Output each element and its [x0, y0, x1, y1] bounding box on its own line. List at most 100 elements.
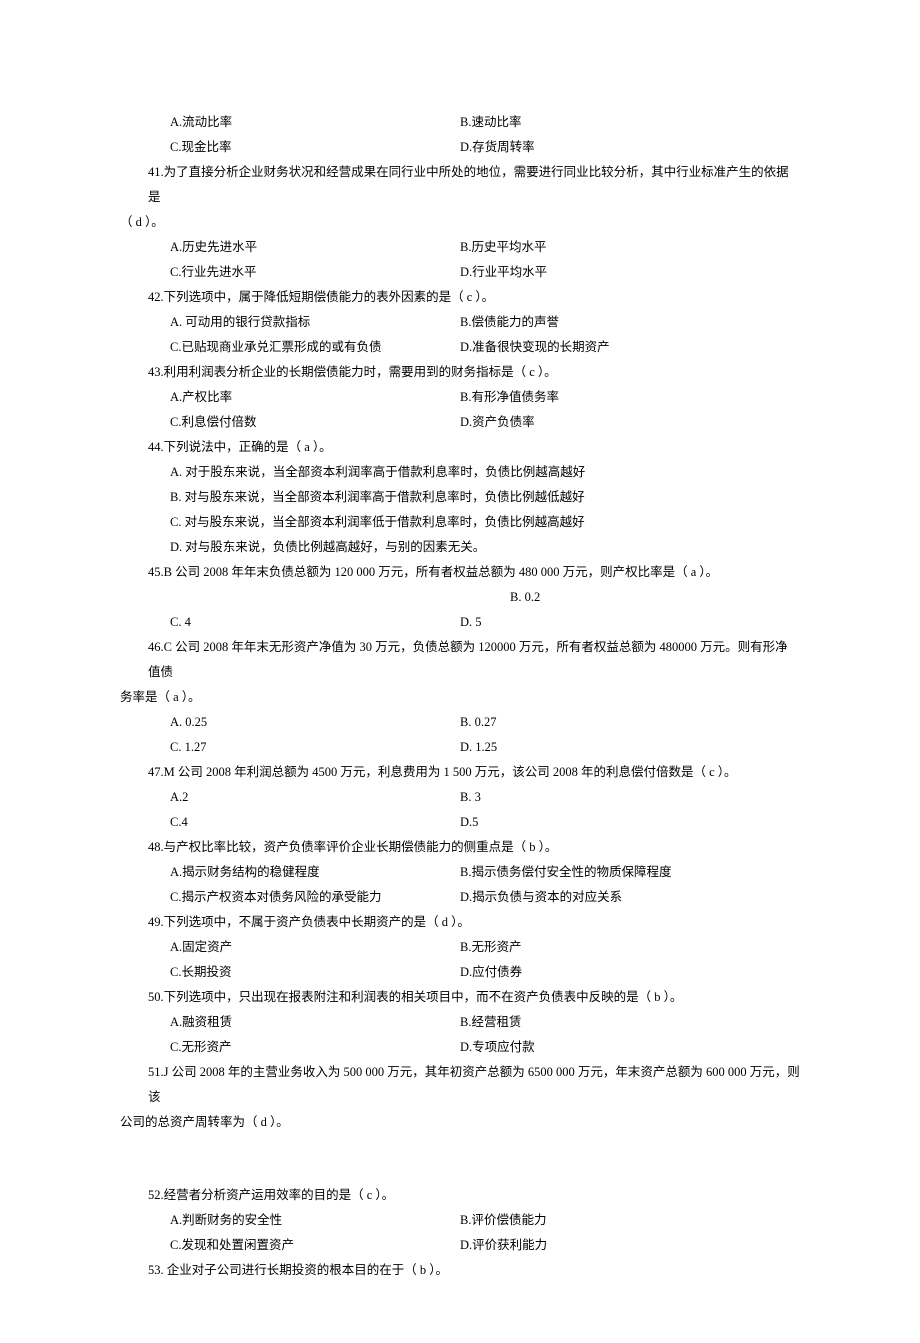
option-a: A.融资租赁	[170, 1010, 460, 1035]
option-row: C.无形资产 D.专项应付款	[120, 1035, 800, 1060]
q43: 43.利用利润表分析企业的长期偿债能力时，需要用到的财务指标是（ c ）。 A.…	[120, 360, 800, 435]
question-stem: 42.下列选项中，属于降低短期偿债能力的表外因素的是（ c ）。	[120, 285, 800, 310]
option-row: A.产权比率 B.有形净值债务率	[120, 385, 800, 410]
option-d: D.存货周转率	[460, 135, 800, 160]
option-b: B.无形资产	[460, 935, 800, 960]
option-c: C.已贴现商业承兑汇票形成的或有负债	[170, 335, 460, 360]
option-b: B. 3	[460, 785, 800, 810]
question-stem: 41.为了直接分析企业财务状况和经营成果在同行业中所处的地位，需要进行同业比较分…	[120, 160, 800, 210]
option-row: B. 0.2	[120, 585, 800, 610]
question-stem: 48.与产权比率比较，资产负债率评价企业长期偿债能力的侧重点是（ b ）。	[120, 835, 800, 860]
option-row: C.利息偿付倍数 D.资产负债率	[120, 410, 800, 435]
option-c: C.揭示产权资本对债务风险的承受能力	[170, 885, 460, 910]
option-c: C.长期投资	[170, 960, 460, 985]
option-row: A.揭示财务结构的稳健程度 B.揭示债务偿付安全性的物质保障程度	[120, 860, 800, 885]
q53: 53. 企业对子公司进行长期投资的根本目的在于（ b ）。	[120, 1258, 800, 1283]
option-c: C.利息偿付倍数	[170, 410, 460, 435]
option-row: C.现金比率 D.存货周转率	[120, 135, 800, 160]
option-b: B.揭示债务偿付安全性的物质保障程度	[460, 860, 800, 885]
option-row: B. 对与股东来说，当全部资本利润率高于借款利息率时，负债比例越低越好	[120, 485, 800, 510]
option-b: B.偿债能力的声誉	[460, 310, 800, 335]
option-b: B.经营租赁	[460, 1010, 800, 1035]
option-b: B. 0.27	[460, 710, 800, 735]
question-stem: 52.经营者分析资产运用效率的目的是（ c ）。	[120, 1183, 800, 1208]
option-d: D.资产负债率	[460, 410, 800, 435]
question-stem: 50.下列选项中，只出现在报表附注和利润表的相关项目中，而不在资产负债表中反映的…	[120, 985, 800, 1010]
q40-options: A.流动比率 B.速动比率 C.现金比率 D.存货周转率	[120, 110, 800, 160]
question-stem: 53. 企业对子公司进行长期投资的根本目的在于（ b ）。	[120, 1258, 800, 1283]
option-row: C. 对与股东来说，当全部资本利润率低于借款利息率时，负债比例越高越好	[120, 510, 800, 535]
option-c: C. 对与股东来说，当全部资本利润率低于借款利息率时，负债比例越高越好	[170, 510, 800, 535]
q45: 45.B 公司 2008 年年末负债总额为 120 000 万元，所有者权益总额…	[120, 560, 800, 635]
option-d: D. 5	[460, 610, 800, 635]
q52: 52.经营者分析资产运用效率的目的是（ c ）。 A.判断财务的安全性 B.评价…	[120, 1183, 800, 1258]
q49: 49.下列选项中，不属于资产负债表中长期资产的是（ d ）。 A.固定资产 B.…	[120, 910, 800, 985]
option-c: C. 1.27	[170, 735, 460, 760]
option-b: B.有形净值债务率	[460, 385, 800, 410]
option-row: C. 4 D. 5	[120, 610, 800, 635]
option-row: A.判断财务的安全性 B.评价偿债能力	[120, 1208, 800, 1233]
option-b: B.评价偿债能力	[460, 1208, 800, 1233]
option-b: B.历史平均水平	[460, 235, 800, 260]
option-b: B. 0.2	[170, 585, 800, 610]
option-d: D.行业平均水平	[460, 260, 800, 285]
q44: 44.下列说法中，正确的是（ a ）。 A. 对于股东来说，当全部资本利润率高于…	[120, 435, 800, 560]
option-row: A.固定资产 B.无形资产	[120, 935, 800, 960]
question-stem: 49.下列选项中，不属于资产负债表中长期资产的是（ d ）。	[120, 910, 800, 935]
q46: 46.C 公司 2008 年年末无形资产净值为 30 万元，负债总额为 1200…	[120, 635, 800, 760]
option-row: A.流动比率 B.速动比率	[120, 110, 800, 135]
q42: 42.下列选项中，属于降低短期偿债能力的表外因素的是（ c ）。 A. 可动用的…	[120, 285, 800, 360]
option-row: A.融资租赁 B.经营租赁	[120, 1010, 800, 1035]
option-d: D. 1.25	[460, 735, 800, 760]
option-row: C.行业先进水平 D.行业平均水平	[120, 260, 800, 285]
q48: 48.与产权比率比较，资产负债率评价企业长期偿债能力的侧重点是（ b ）。 A.…	[120, 835, 800, 910]
question-stem: 45.B 公司 2008 年年末负债总额为 120 000 万元，所有者权益总额…	[120, 560, 800, 585]
option-row: C.已贴现商业承兑汇票形成的或有负债 D.准备很快变现的长期资产	[120, 335, 800, 360]
option-a: A.揭示财务结构的稳健程度	[170, 860, 460, 885]
question-stem-cont: 公司的总资产周转率为（ d ）。	[120, 1110, 800, 1135]
option-a: A. 可动用的银行贷款指标	[170, 310, 460, 335]
question-stem: 46.C 公司 2008 年年末无形资产净值为 30 万元，负债总额为 1200…	[120, 635, 800, 685]
option-d: D.5	[460, 810, 800, 835]
option-row: C. 1.27 D. 1.25	[120, 735, 800, 760]
option-d: D.评价获利能力	[460, 1233, 800, 1258]
option-a: A. 0.25	[170, 710, 460, 735]
question-stem: 51.J 公司 2008 年的主营业务收入为 500 000 万元，其年初资产总…	[120, 1060, 800, 1110]
option-row: A.2 B. 3	[120, 785, 800, 810]
option-a: A. 对于股东来说，当全部资本利润率高于借款利息率时，负债比例越高越好	[170, 460, 800, 485]
option-a: A.产权比率	[170, 385, 460, 410]
option-row: A. 对于股东来说，当全部资本利润率高于借款利息率时，负债比例越高越好	[120, 460, 800, 485]
question-stem-cont: 务率是（ a ）。	[120, 685, 800, 710]
option-c: C.4	[170, 810, 460, 835]
option-a: A.固定资产	[170, 935, 460, 960]
option-row: D. 对与股东来说，负债比例越高越好，与别的因素无关。	[120, 535, 800, 560]
option-c: C.现金比率	[170, 135, 460, 160]
option-a: A.历史先进水平	[170, 235, 460, 260]
option-row: A. 0.25 B. 0.27	[120, 710, 800, 735]
option-c: C.无形资产	[170, 1035, 460, 1060]
option-c: C.行业先进水平	[170, 260, 460, 285]
option-d: D.揭示负债与资本的对应关系	[460, 885, 800, 910]
q47: 47.M 公司 2008 年利润总额为 4500 万元，利息费用为 1 500 …	[120, 760, 800, 835]
option-d: D.专项应付款	[460, 1035, 800, 1060]
option-d: D.准备很快变现的长期资产	[460, 335, 800, 360]
option-row: C.长期投资 D.应付债券	[120, 960, 800, 985]
option-row: C.4 D.5	[120, 810, 800, 835]
option-a: A.判断财务的安全性	[170, 1208, 460, 1233]
blank-gap	[120, 1135, 800, 1183]
question-stem-cont: （ d ）。	[120, 210, 800, 235]
q51: 51.J 公司 2008 年的主营业务收入为 500 000 万元，其年初资产总…	[120, 1060, 800, 1135]
option-c: C. 4	[170, 610, 460, 635]
option-a: A.流动比率	[170, 110, 460, 135]
option-d: D.应付债券	[460, 960, 800, 985]
option-b: B.速动比率	[460, 110, 800, 135]
option-a: A.2	[170, 785, 460, 810]
question-stem: 44.下列说法中，正确的是（ a ）。	[120, 435, 800, 460]
question-stem: 43.利用利润表分析企业的长期偿债能力时，需要用到的财务指标是（ c ）。	[120, 360, 800, 385]
q50: 50.下列选项中，只出现在报表附注和利润表的相关项目中，而不在资产负债表中反映的…	[120, 985, 800, 1060]
option-d: D. 对与股东来说，负债比例越高越好，与别的因素无关。	[170, 535, 800, 560]
question-stem: 47.M 公司 2008 年利润总额为 4500 万元，利息费用为 1 500 …	[120, 760, 800, 785]
option-row: C.揭示产权资本对债务风险的承受能力 D.揭示负债与资本的对应关系	[120, 885, 800, 910]
q41: 41.为了直接分析企业财务状况和经营成果在同行业中所处的地位，需要进行同业比较分…	[120, 160, 800, 285]
option-c: C.发现和处置闲置资产	[170, 1233, 460, 1258]
